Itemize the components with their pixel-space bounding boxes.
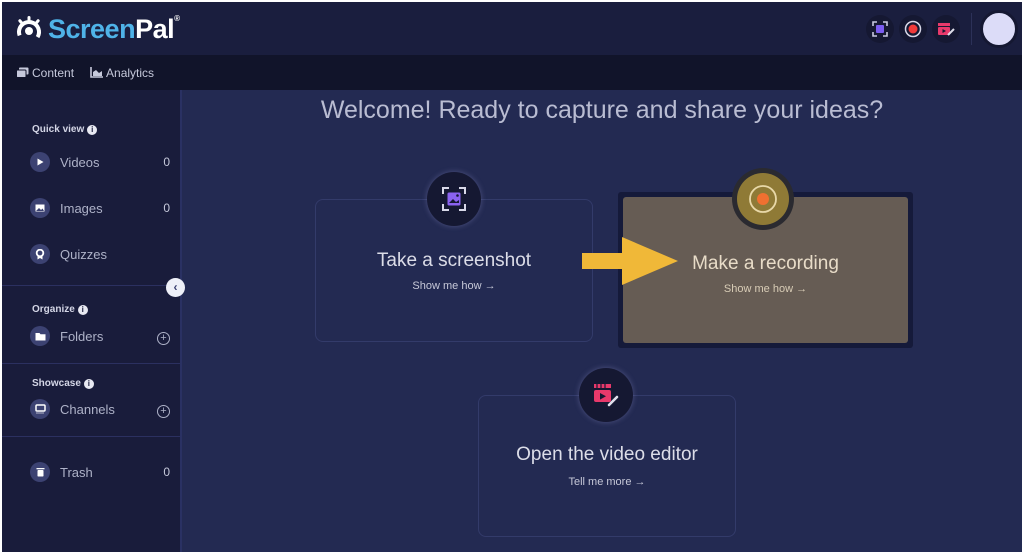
sidebar-item-images[interactable]: Images 0 (30, 196, 170, 220)
sidebar-item-trash[interactable]: Trash 0 (30, 460, 170, 484)
sidebar: Quick view i Videos 0 Images 0 Quizzes O… (2, 90, 180, 552)
analytics-icon (90, 67, 104, 78)
showcase-heading: Showcase i (32, 378, 94, 389)
sidebar-item-label: Folders (60, 328, 104, 344)
trash-icon (30, 462, 50, 482)
video-editor-icon (938, 22, 955, 36)
screenshot-button[interactable] (866, 14, 894, 43)
brand-prefix: Screen (48, 14, 136, 44)
info-icon[interactable]: i (83, 378, 94, 389)
app-window: ScreenPal® Content Analytics Quick view … (2, 2, 1022, 552)
video-editor-button[interactable] (932, 14, 960, 43)
collapse-sidebar-button[interactable]: ‹ (166, 278, 185, 297)
sidebar-item-label: Trash (60, 464, 93, 480)
add-channel-button[interactable]: + (157, 404, 170, 418)
sidebar-edge (180, 90, 182, 552)
image-icon (30, 198, 50, 218)
folder-icon (30, 326, 50, 346)
sidebar-divider (2, 285, 180, 286)
sidebar-item-label: Videos (60, 154, 100, 170)
screenpal-logo[interactable]: ScreenPal® (14, 14, 180, 45)
screenshot-icon (872, 20, 888, 37)
nav-content[interactable]: Content (16, 66, 74, 80)
nav-content-label: Content (32, 65, 75, 80)
sidebar-item-channels[interactable]: Channels + (30, 397, 170, 421)
quick-view-heading: Quick view i (32, 124, 98, 135)
sidebar-divider (2, 363, 180, 364)
screenshot-card-icon (427, 172, 481, 226)
images-count: 0 (163, 201, 170, 215)
quiz-icon (30, 244, 50, 264)
tell-me-more-link[interactable]: Tell me more → (479, 476, 735, 488)
divider (971, 12, 972, 45)
sidebar-item-label: Channels (60, 401, 115, 417)
channel-icon (30, 399, 50, 419)
sub-navigation: Content Analytics (2, 55, 1022, 90)
info-icon[interactable]: i (77, 304, 88, 315)
video-editor-card-icon (579, 368, 633, 422)
sidebar-item-videos[interactable]: Videos 0 (30, 150, 170, 174)
organize-heading: Organize i (32, 304, 88, 315)
highlight-arrow (582, 237, 678, 285)
registered-mark: ® (174, 14, 180, 23)
add-folder-button[interactable]: + (157, 331, 170, 345)
quick-view-title: Quick view (32, 124, 85, 135)
card-title: Open the video editor (516, 444, 698, 465)
show-me-how-link[interactable]: Show me how → (316, 280, 592, 292)
trash-count: 0 (163, 465, 170, 479)
record-button[interactable] (899, 14, 927, 43)
video-editor-icon (594, 384, 619, 407)
sidebar-item-label: Images (60, 200, 103, 216)
info-icon[interactable]: i (87, 124, 98, 135)
content-icon (16, 67, 29, 78)
user-avatar[interactable] (980, 9, 1018, 48)
sidebar-item-quizzes[interactable]: Quizzes (30, 242, 170, 266)
nav-analytics[interactable]: Analytics (90, 66, 154, 80)
videos-count: 0 (163, 155, 170, 169)
brand-suffix: Pal (135, 14, 175, 44)
sidebar-item-folders[interactable]: Folders + (30, 324, 170, 348)
play-icon (30, 152, 50, 172)
top-bar: ScreenPal® (2, 2, 1022, 55)
showcase-title: Showcase (32, 378, 81, 389)
welcome-heading: Welcome! Ready to capture and share your… (320, 96, 884, 124)
recording-card-icon (732, 168, 794, 230)
organize-title: Organize (32, 304, 75, 315)
sidebar-item-label: Quizzes (60, 246, 107, 262)
card-title: Take a screenshot (376, 250, 532, 271)
top-actions (866, 2, 1022, 55)
nav-analytics-label: Analytics (106, 65, 155, 80)
screenshot-icon (442, 187, 466, 211)
sidebar-divider (2, 436, 180, 437)
record-icon (749, 185, 777, 213)
record-icon (904, 20, 922, 37)
screenpal-logo-icon (17, 15, 41, 44)
